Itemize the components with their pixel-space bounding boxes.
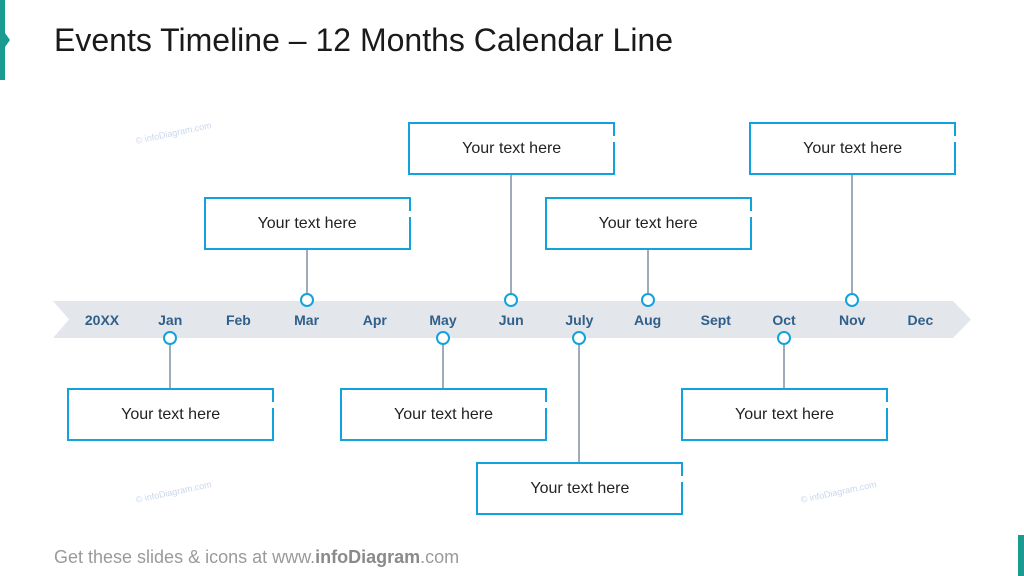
footer-suffix: .com [420, 547, 460, 567]
event-box[interactable]: Your text here [749, 122, 958, 175]
month-label: Jun [498, 312, 524, 328]
month-label: Aug [633, 312, 662, 328]
accent-bar [1018, 535, 1024, 576]
event-box[interactable]: Your text here [408, 122, 617, 175]
month-label: Jan [158, 312, 183, 328]
event-marker-icon [436, 331, 450, 345]
event-box[interactable]: Your text here [67, 388, 276, 441]
month-label: Apr [362, 312, 387, 328]
month-label: 20XX [84, 312, 120, 328]
month-label: July [565, 312, 594, 328]
event-box[interactable]: Your text here [544, 197, 753, 250]
connector-line [783, 338, 785, 388]
accent-marker [0, 0, 10, 80]
footer-brand: infoDiagram [315, 547, 421, 567]
watermark: © infoDiagram.com [134, 120, 213, 146]
connector-line [442, 338, 444, 388]
event-marker-icon [777, 331, 791, 345]
connector-line [510, 174, 513, 300]
month-label: Dec [907, 312, 934, 328]
watermark: © infoDiagram.com [134, 479, 213, 505]
watermark: © infoDiagram.com [799, 479, 878, 505]
event-box[interactable]: Your text here [476, 462, 685, 515]
event-marker-icon [163, 331, 178, 345]
event-box[interactable]: Your text here [340, 388, 548, 441]
event-marker-icon [640, 293, 655, 307]
month-label: Nov [838, 312, 866, 328]
month-label: Sept [700, 312, 731, 328]
event-box[interactable]: Your text here [681, 388, 889, 441]
page-title: Events Timeline – 12 Months Calendar Lin… [54, 22, 674, 58]
footer-prefix: Get these slides & icons at www. [54, 547, 316, 567]
month-label: May [429, 312, 457, 328]
event-marker-icon [572, 331, 587, 345]
event-marker-icon [299, 293, 314, 307]
connector-line [169, 338, 172, 388]
month-label: Feb [225, 312, 251, 328]
connector-line [578, 338, 581, 462]
event-box[interactable]: Your text here [203, 197, 412, 250]
footer: Get these slides & icons at www.infoDiag… [54, 547, 459, 568]
month-label: Mar [294, 312, 320, 328]
month-label: Oct [772, 312, 796, 328]
connector-line [851, 174, 854, 300]
